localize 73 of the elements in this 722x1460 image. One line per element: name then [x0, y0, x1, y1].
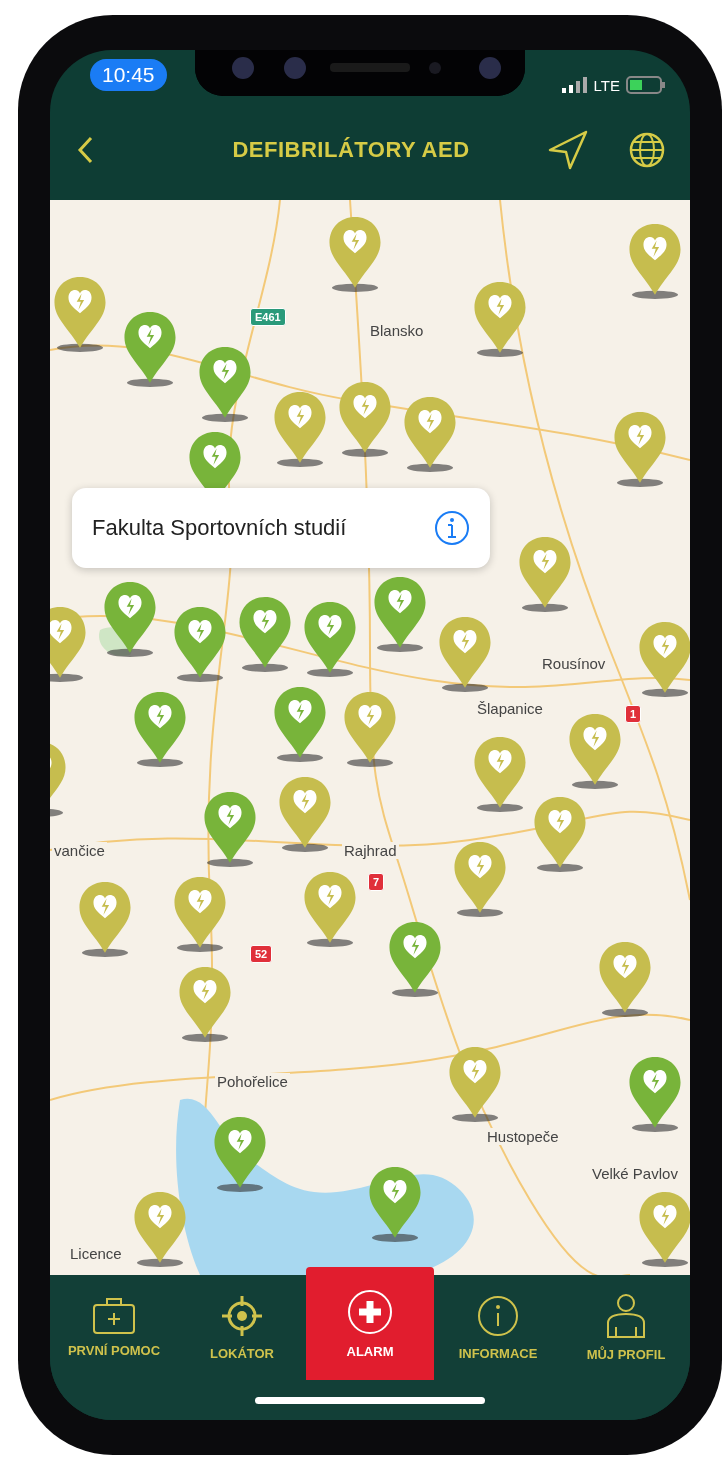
place-label: Šlapanice [475, 700, 545, 717]
aed-pin-icon[interactable] [472, 280, 528, 358]
aed-pin-icon[interactable] [302, 870, 358, 948]
navigation-arrow-icon[interactable] [546, 128, 590, 172]
plus-circle-icon [346, 1288, 394, 1336]
aed-pin-icon[interactable] [197, 345, 253, 423]
aed-pin-icon[interactable] [102, 580, 158, 658]
aed-pin-icon[interactable] [52, 275, 108, 353]
aed-pin-icon[interactable] [302, 600, 358, 678]
aed-pin-icon[interactable] [437, 615, 493, 693]
place-label: Rousínov [540, 655, 608, 672]
aed-pin-icon[interactable] [172, 875, 228, 953]
aed-pin-icon[interactable] [517, 535, 573, 613]
aed-pin-icon[interactable] [597, 940, 653, 1018]
road-number: 52 [250, 945, 273, 963]
map-view[interactable]: Blansko Rousínov Šlapanice vančice Rajhrad Pohořelice Hustopeče Velké Pavlov Licence E461 1 7 52 Fakulta Sportovních studií [50, 200, 690, 1275]
aed-pin-icon[interactable] [342, 690, 398, 768]
place-label: Rajhrad [342, 842, 399, 859]
place-label: Blansko [368, 322, 426, 339]
tab-bar-item[interactable]: INFORMACE [434, 1275, 562, 1380]
aed-pin-icon[interactable] [132, 1190, 188, 1268]
place-label: Licence [68, 1245, 124, 1262]
aed-pin-icon[interactable] [567, 712, 623, 790]
aed-pin-icon[interactable] [472, 735, 528, 813]
aed-pin-icon[interactable] [132, 690, 188, 768]
status-time: 10:45 [90, 59, 167, 91]
aed-pin-icon[interactable] [122, 310, 178, 388]
road-number: E461 [250, 308, 286, 326]
place-label: Pohořelice [215, 1073, 290, 1090]
battery-icon [626, 76, 666, 94]
road-number: 1 [625, 705, 642, 723]
aed-pin-icon[interactable] [372, 575, 428, 653]
place-label: Hustopeče [485, 1128, 561, 1145]
aed-pin-icon[interactable] [637, 620, 690, 698]
person-icon [604, 1293, 648, 1339]
crosshair-icon [220, 1294, 264, 1338]
aed-pin-icon[interactable] [177, 965, 233, 1043]
aed-pin-icon[interactable] [272, 390, 328, 468]
aed-pin-icon[interactable] [77, 880, 133, 958]
tab-bar-item[interactable]: PRVNÍ POMOC [50, 1275, 178, 1380]
signal-icon [561, 77, 588, 93]
info-icon [476, 1294, 520, 1338]
aed-pin-icon[interactable] [612, 410, 668, 488]
aed-pin-icon[interactable] [327, 215, 383, 293]
tab-bar-item[interactable]: MŮJ PROFIL [562, 1275, 690, 1380]
aed-pin-icon[interactable] [367, 1165, 423, 1243]
aed-pin-icon[interactable] [637, 1190, 690, 1268]
aed-pin-icon[interactable] [202, 790, 258, 868]
aed-pin-icon[interactable] [627, 1055, 683, 1133]
aed-pin-icon[interactable] [627, 222, 683, 300]
screen-title: DEFIBRILÁTORY AED [231, 137, 471, 163]
aed-pin-icon[interactable] [272, 685, 328, 763]
network-type: LTE [593, 76, 620, 94]
tab-bar-item[interactable]: LOKÁTOR [178, 1275, 306, 1380]
aed-pin-icon[interactable] [277, 775, 333, 853]
aed-pin-icon[interactable] [532, 795, 588, 873]
aed-pin-icon[interactable] [172, 605, 228, 683]
aed-pin-icon[interactable] [212, 1115, 268, 1193]
location-tooltip[interactable]: Fakulta Sportovních studií [72, 488, 490, 568]
tab-bar-item[interactable]: ALARM [306, 1267, 434, 1380]
aed-pin-icon[interactable] [402, 395, 458, 473]
aed-pin-icon[interactable] [387, 920, 443, 998]
globe-icon[interactable] [628, 131, 666, 169]
aed-pin-icon[interactable] [337, 380, 393, 458]
place-label: vančice [52, 842, 107, 859]
first-aid-kit-icon [91, 1297, 137, 1335]
location-name: Fakulta Sportovních studií [92, 515, 348, 541]
aed-pin-icon[interactable] [452, 840, 508, 918]
place-label: Velké Pavlov [590, 1165, 680, 1182]
aed-pin-icon[interactable] [447, 1045, 503, 1123]
info-icon[interactable] [434, 510, 470, 546]
road-number: 7 [368, 873, 385, 891]
aed-pin-icon[interactable] [237, 595, 293, 673]
